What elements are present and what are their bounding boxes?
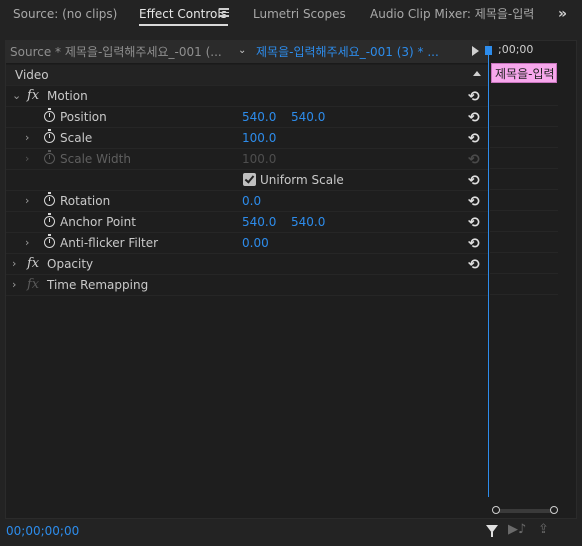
playhead-handle[interactable] [485, 46, 492, 55]
anti-flicker-value[interactable]: 0.00 [242, 233, 269, 253]
current-timecode[interactable]: 00;00;00;00 [6, 524, 79, 538]
property-label: Scale Width [60, 152, 131, 166]
timeline-zoom-scrollbar[interactable] [492, 506, 558, 514]
property-row-scale: › Scale 100.0 ⟲ [6, 128, 489, 149]
active-tab-indicator [139, 24, 228, 26]
panel-footer: 00;00;00;00 ▶♪ ⇪ [0, 519, 582, 546]
position-y-value[interactable]: 540.0 [291, 107, 325, 127]
chevron-right-icon[interactable]: › [12, 275, 16, 295]
filter-icon-stem [491, 532, 493, 537]
effect-row-opacity[interactable]: › fx Opacity ⟲ [6, 254, 489, 275]
effect-name: Opacity [47, 257, 94, 271]
zoom-handle-right[interactable] [550, 506, 558, 514]
reset-icon[interactable]: ⟲ [468, 171, 480, 191]
chevron-down-icon[interactable]: ⌄ [12, 86, 21, 106]
tab-source[interactable]: Source: (no clips) [13, 0, 117, 28]
anchor-y-value[interactable]: 540.0 [291, 212, 325, 232]
effect-name: Time Remapping [47, 278, 149, 292]
effect-row-time-remapping[interactable]: › fx Time Remapping [6, 275, 489, 296]
reset-icon[interactable]: ⟲ [468, 108, 480, 128]
reset-icon: ⟲ [468, 152, 480, 168]
property-row-anti-flicker: › Anti-flicker Filter 0.00 ⟲ [6, 233, 489, 254]
timeline-keyframe-area[interactable] [490, 85, 558, 295]
stopwatch-icon [44, 150, 55, 164]
export-icon[interactable]: ⇪ [538, 522, 549, 537]
scroll-up-icon[interactable] [473, 71, 481, 76]
uniform-scale-checkbox[interactable] [243, 173, 256, 186]
tab-lumetri-scopes[interactable]: Lumetri Scopes [253, 0, 346, 28]
stopwatch-icon[interactable] [44, 234, 55, 248]
sequence-clip-selector[interactable]: 제목을-입력해주세요_-001 (3) * ... [256, 41, 466, 63]
checkbox-label: Uniform Scale [260, 173, 344, 187]
reset-icon[interactable]: ⟲ [468, 213, 480, 233]
scale-width-value: 100.0 [242, 152, 277, 166]
reset-icon[interactable]: ⟲ [468, 87, 480, 107]
reset-icon[interactable]: ⟲ [468, 129, 480, 149]
scale-value[interactable]: 100.0 [242, 128, 276, 148]
timeline-ruler-time: ;00;00 [498, 43, 534, 56]
play-audio-icon[interactable]: ▶♪ [508, 522, 526, 537]
playhead-line[interactable] [488, 49, 489, 497]
effect-name: Motion [47, 89, 88, 103]
position-x-value[interactable]: 540.0 [242, 107, 276, 127]
fx-icon: fx [27, 277, 40, 292]
effect-controls-panel: Source * 제목을-입력해주세요_-001 (... ⌄ 제목을-입력해주… [5, 40, 577, 519]
stopwatch-icon[interactable] [44, 108, 55, 122]
chevron-right-icon: › [25, 152, 30, 165]
fx-icon[interactable]: fx [27, 86, 39, 106]
effect-row-motion[interactable]: ⌄ fx Motion ⟲ [6, 86, 489, 107]
property-row-uniform-scale: Uniform Scale ⟲ [6, 170, 489, 191]
chevron-right-icon[interactable]: › [12, 254, 16, 274]
property-row-rotation: › Rotation 0.0 ⟲ [6, 191, 489, 212]
property-label: Anchor Point [60, 215, 136, 229]
stopwatch-icon[interactable] [44, 192, 55, 206]
chevron-down-icon[interactable]: ⌄ [238, 45, 246, 56]
chevron-right-icon[interactable]: › [25, 128, 29, 148]
reset-icon[interactable]: ⟲ [468, 192, 480, 212]
panel-tab-bar: Source: (no clips) Effect Controls Lumet… [0, 0, 582, 30]
anchor-x-value[interactable]: 540.0 [242, 212, 276, 232]
stopwatch-icon[interactable] [44, 129, 55, 143]
section-video: Video [6, 65, 489, 86]
timeline-clip[interactable]: 제목을-입력 [491, 63, 557, 83]
tab-overflow-icon[interactable]: » [558, 6, 567, 22]
property-label: Rotation [60, 194, 111, 208]
effect-controls-window: Source: (no clips) Effect Controls Lumet… [0, 0, 582, 546]
property-label: Position [60, 110, 107, 124]
property-row-scale-width: › Scale Width 100.0 ⟲ [6, 149, 489, 170]
section-video-label: Video [15, 68, 49, 82]
stopwatch-icon[interactable] [44, 213, 55, 227]
property-row-anchor-point: Anchor Point 540.0 540.0 ⟲ [6, 212, 489, 233]
zoom-handle-left[interactable] [492, 506, 500, 514]
master-clip-label: Source * 제목을-입력해주세요_-001 (... [10, 45, 222, 59]
reset-icon[interactable]: ⟲ [468, 255, 480, 275]
rotation-value[interactable]: 0.0 [242, 191, 261, 211]
property-row-position: Position 540.0 540.0 ⟲ [6, 107, 489, 128]
clip-header: Source * 제목을-입력해주세요_-001 (... ⌄ 제목을-입력해주… [6, 41, 489, 64]
tab-audio-clip-mixer[interactable]: Audio Clip Mixer: 제목을-입력 [370, 0, 534, 28]
panel-menu-icon[interactable] [219, 6, 229, 20]
property-label: Scale [60, 131, 93, 145]
reset-icon[interactable]: ⟲ [468, 234, 480, 254]
fx-icon[interactable]: fx [27, 254, 39, 274]
chevron-right-icon[interactable]: › [25, 233, 29, 253]
property-label: Anti-flicker Filter [60, 236, 159, 250]
play-icon[interactable] [472, 46, 479, 56]
chevron-right-icon[interactable]: › [25, 191, 29, 211]
